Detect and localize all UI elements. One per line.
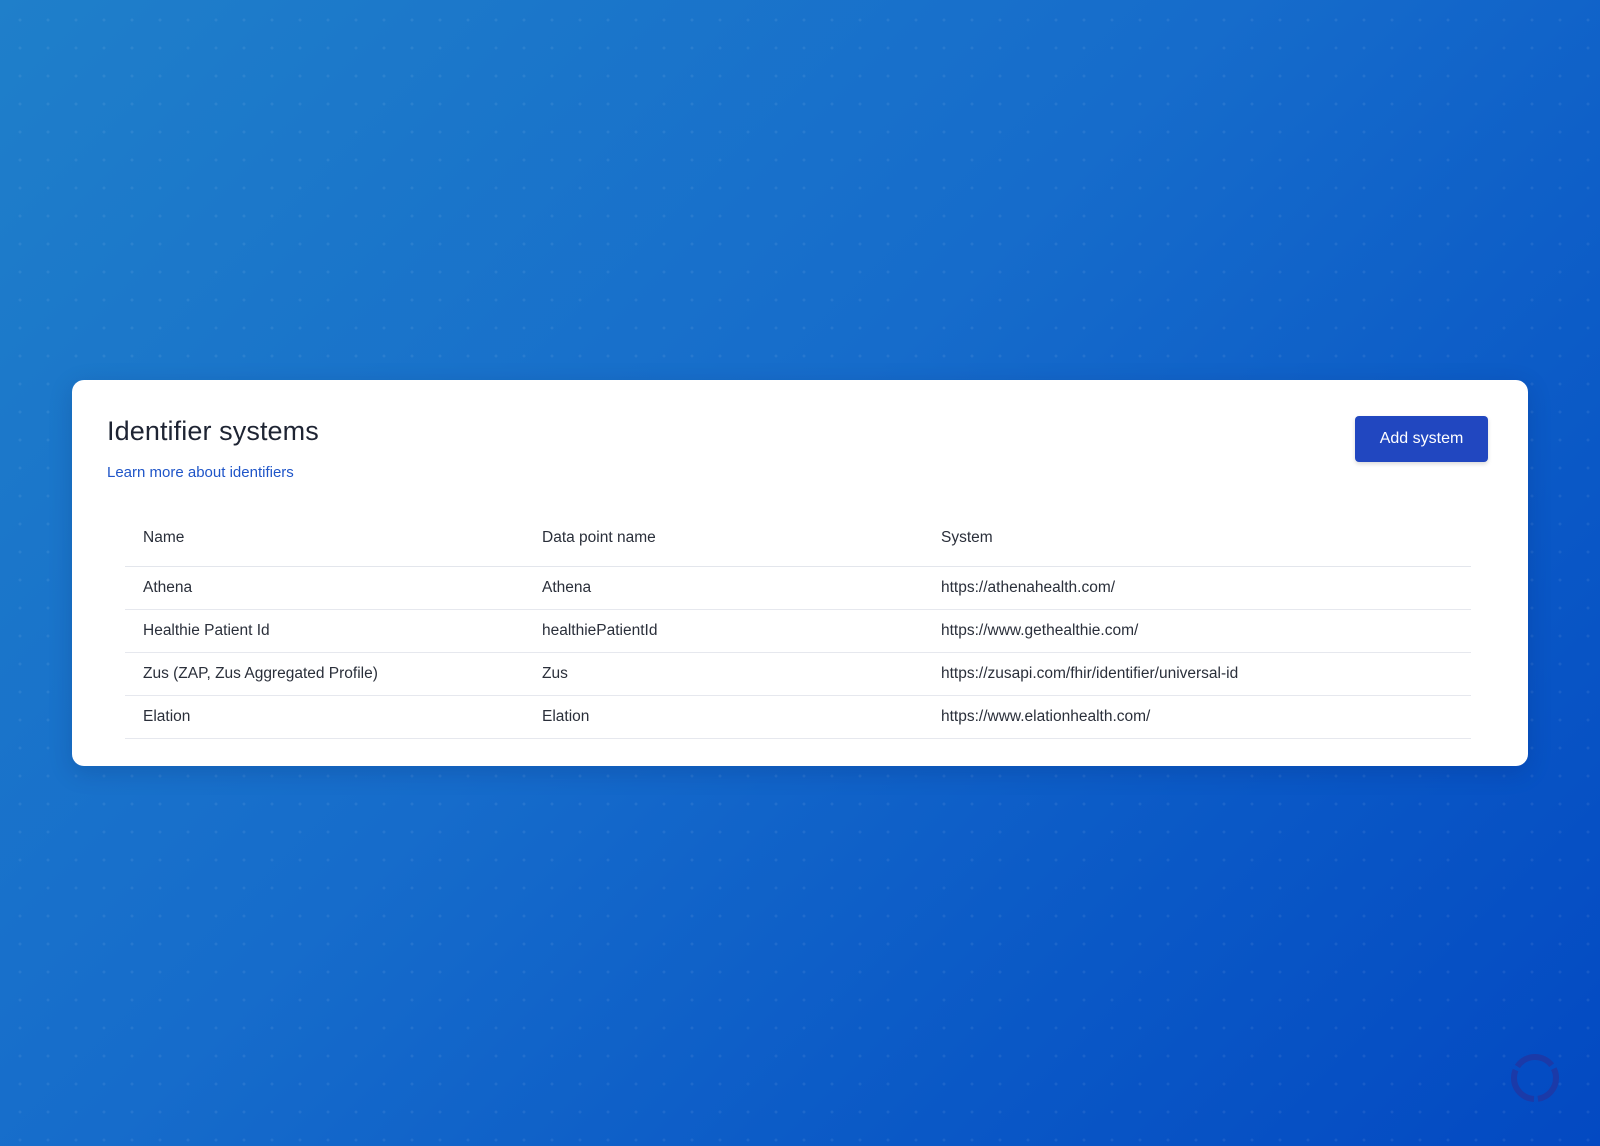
add-system-button[interactable]: Add system (1355, 416, 1488, 462)
cell-system: https://athenahealth.com/ (923, 566, 1471, 610)
cell-system: https://zusapi.com/fhir/identifier/unive… (923, 652, 1471, 696)
cell-system: https://www.gethealthie.com/ (923, 609, 1471, 653)
cell-data-point-name: healthiePatientId (524, 609, 923, 653)
table-row[interactable]: Zus (ZAP, Zus Aggregated Profile) Zus ht… (125, 652, 1471, 696)
cell-name: Athena (125, 566, 524, 610)
identifier-systems-card: Identifier systems Learn more about iden… (72, 380, 1528, 766)
loading-spinner-icon (1511, 1054, 1559, 1102)
cell-data-point-name: Zus (524, 652, 923, 696)
cell-system: https://www.elationhealth.com/ (923, 695, 1471, 739)
identifier-systems-table: Name Data point name System Athena Athen… (125, 510, 1471, 739)
table-row[interactable]: Elation Elation https://www.elationhealt… (125, 695, 1471, 739)
column-header-system[interactable]: System (923, 510, 1471, 567)
table-row[interactable]: Healthie Patient Id healthiePatientId ht… (125, 609, 1471, 653)
cell-data-point-name: Elation (524, 695, 923, 739)
cell-name: Zus (ZAP, Zus Aggregated Profile) (125, 652, 524, 696)
column-header-name[interactable]: Name (125, 510, 524, 567)
table-header-row: Name Data point name System (125, 510, 1471, 567)
column-header-data-point-name[interactable]: Data point name (524, 510, 923, 567)
learn-more-link[interactable]: Learn more about identifiers (107, 464, 294, 481)
cell-data-point-name: Athena (524, 566, 923, 610)
table-row[interactable]: Athena Athena https://athenahealth.com/ (125, 566, 1471, 610)
page-title: Identifier systems (107, 416, 319, 446)
cell-name: Healthie Patient Id (125, 609, 524, 653)
cell-name: Elation (125, 695, 524, 739)
